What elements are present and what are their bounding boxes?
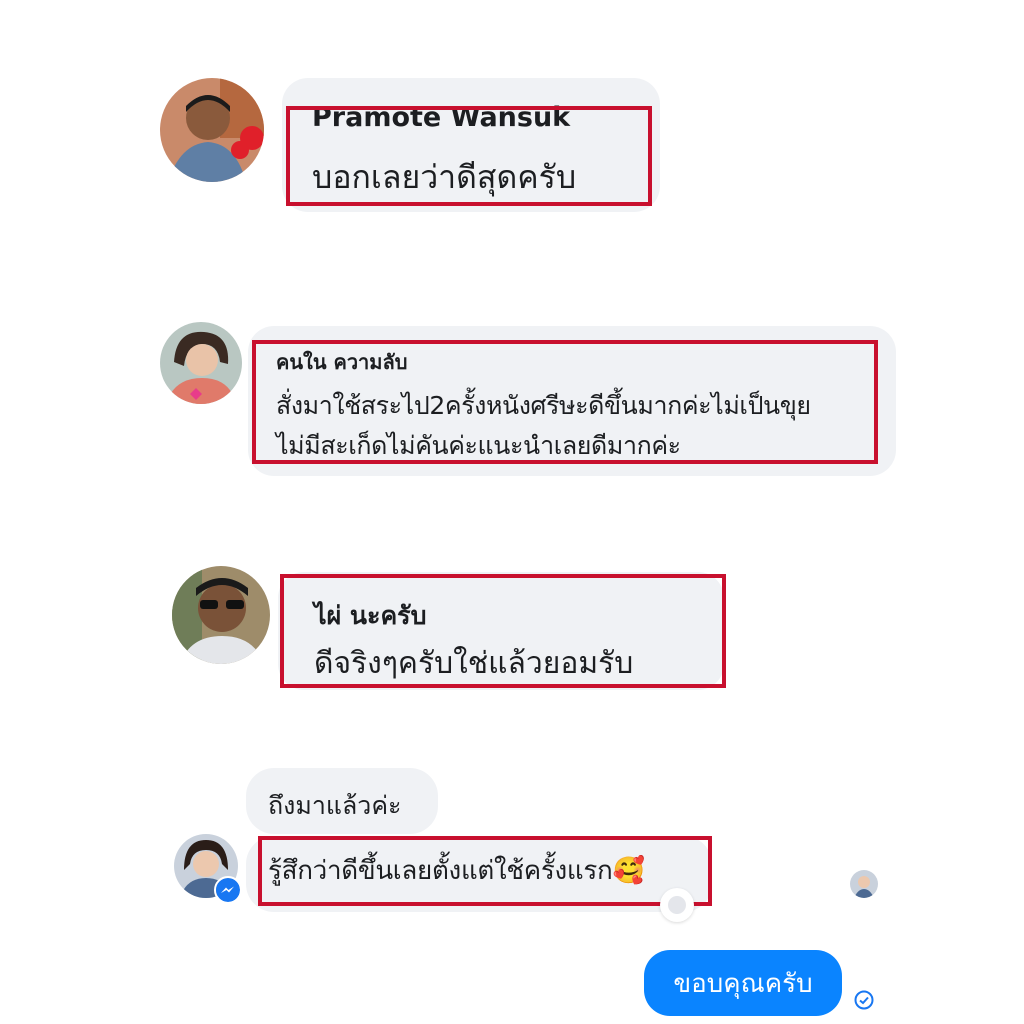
highlight-box-4: [258, 836, 712, 906]
seen-avatar: [850, 870, 878, 898]
sent-message: ขอบคุณครับ: [644, 950, 842, 1016]
highlight-box-1: [286, 106, 652, 206]
received-message-1-text: ถึงมาแล้วค่ะ: [268, 791, 402, 820]
reaction-badge: [660, 888, 694, 922]
avatar-khon-nai[interactable]: [160, 322, 242, 404]
highlight-box-3: [280, 574, 726, 688]
avatar-pramote[interactable]: [160, 78, 264, 182]
delivered-check-icon: [854, 990, 874, 1010]
avatar-phai[interactable]: [172, 566, 270, 664]
highlight-box-2: [252, 340, 878, 464]
sent-message-text: ขอบคุณครับ: [673, 968, 813, 999]
messenger-icon: [214, 876, 242, 904]
